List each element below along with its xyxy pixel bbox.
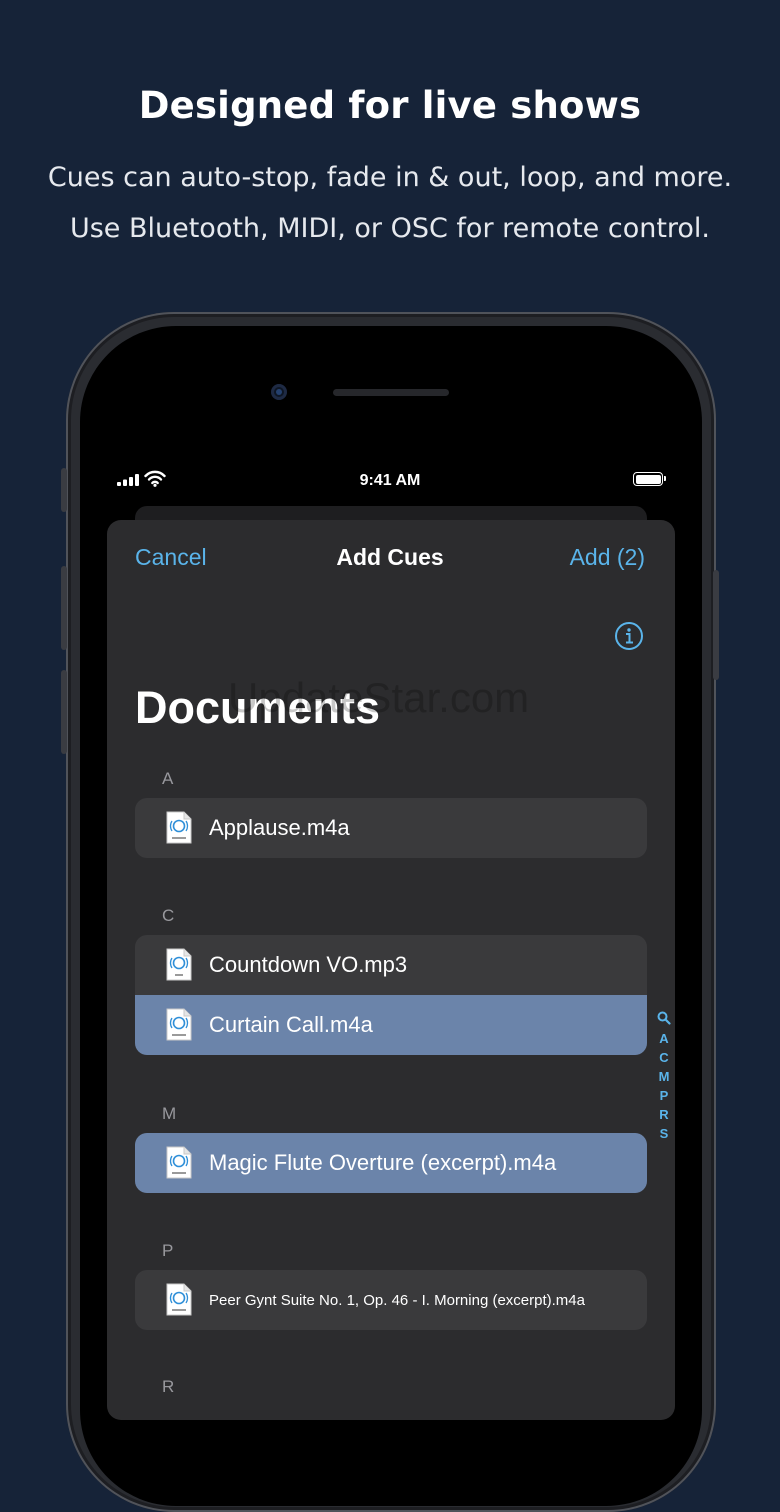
add-button[interactable]: Add (2) xyxy=(570,544,645,571)
promo-subtitle-line-2: Use Bluetooth, MIDI, or OSC for remote c… xyxy=(69,213,711,244)
file-list-group-a: Applause.m4a xyxy=(135,798,647,858)
file-name: Magic Flute Overture (excerpt).m4a xyxy=(209,1150,557,1175)
file-row-selected[interactable]: Curtain Call.m4a xyxy=(135,995,647,1055)
file-list-group-p: Peer Gynt Suite No. 1, Op. 46 - I. Morni… xyxy=(135,1270,647,1330)
mp3-audio-file-icon xyxy=(166,948,192,981)
file-name: Peer Gynt Suite No. 1, Op. 46 - I. Morni… xyxy=(209,1291,585,1309)
watermark: UpdateStar.com xyxy=(228,674,530,721)
mpeg4-audio-file-icon xyxy=(166,1008,192,1041)
file-list-group-m: Magic Flute Overture (excerpt).m4a xyxy=(135,1133,647,1193)
phone-volume-down-button xyxy=(61,670,67,754)
file-row-selected[interactable]: Magic Flute Overture (excerpt).m4a xyxy=(135,1133,647,1193)
index-letter-p[interactable]: P xyxy=(660,1086,669,1105)
section-header-c: C xyxy=(162,906,175,925)
status-time: 9:41 AM xyxy=(359,472,421,489)
index-letter-r[interactable]: R xyxy=(659,1105,668,1124)
mpeg4-audio-file-icon xyxy=(166,1283,192,1316)
sheet-title: Add Cues xyxy=(336,544,444,570)
phone-power-button xyxy=(713,570,719,680)
index-letter-s[interactable]: S xyxy=(660,1124,669,1143)
index-letter-c[interactable]: C xyxy=(659,1048,668,1067)
file-row[interactable]: Applause.m4a xyxy=(135,798,647,858)
mpeg4-audio-file-icon xyxy=(166,811,192,844)
file-row[interactable]: Countdown VO.mp3 xyxy=(135,935,647,995)
file-list-group-c: Countdown VO.mp3 Curtain Call.m4a xyxy=(135,935,647,1055)
file-row[interactable]: Peer Gynt Suite No. 1, Op. 46 - I. Morni… xyxy=(135,1270,647,1330)
section-header-a: A xyxy=(162,769,174,788)
section-header-p: P xyxy=(162,1241,174,1260)
section-header-r: R xyxy=(162,1377,175,1396)
file-name: Curtain Call.m4a xyxy=(209,1012,373,1037)
mpeg4-audio-file-icon xyxy=(166,1146,192,1179)
promo-headline: Designed for live shows xyxy=(138,84,642,127)
phone-volume-up-button xyxy=(61,566,67,650)
index-letter-m[interactable]: M xyxy=(659,1067,670,1086)
battery-icon xyxy=(633,472,666,486)
promo-subtitle-line-1: Cues can auto-stop, fade in & out, loop,… xyxy=(47,162,733,193)
section-header-m: M xyxy=(162,1104,177,1123)
file-name: Applause.m4a xyxy=(209,815,350,840)
section-index-bar: A C M P R S xyxy=(656,1011,672,1143)
index-letter-a[interactable]: A xyxy=(659,1029,668,1048)
file-name: Countdown VO.mp3 xyxy=(209,952,408,977)
info-icon[interactable] xyxy=(614,621,644,651)
earpiece-speaker xyxy=(333,389,449,396)
front-camera xyxy=(271,384,287,400)
search-icon[interactable] xyxy=(657,1011,671,1025)
